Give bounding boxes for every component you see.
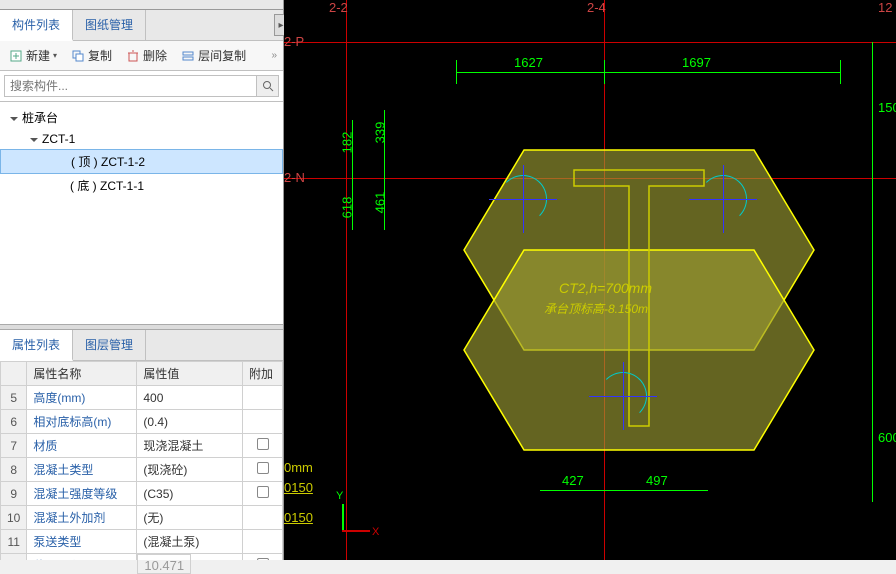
prop-name: 材质 [27,434,137,458]
layer-copy-icon [181,49,195,63]
axis-2-4: 2-4 [587,0,606,15]
search-input[interactable] [4,75,257,97]
dim-182: 182 [339,132,354,154]
axis-right-top: 12 [878,0,892,15]
table-row[interactable]: 12截面面积(m²)10.471 [1,554,283,561]
tab-prop-list[interactable]: 属性列表 [0,330,73,361]
overflow-icon[interactable]: » [271,50,277,61]
prop-attach[interactable] [243,386,283,410]
table-row[interactable]: 11泵送类型(混凝土泵) [1,530,283,554]
delete-button[interactable]: 删除 [123,45,170,66]
tree-bot[interactable]: ( 底 ) ZCT-1-1 [0,174,283,197]
edge-150b: 0150 [284,510,313,525]
component-tree: 桩承台 ZCT-1 ( 顶 ) ZCT-1-2 ( 底 ) ZCT-1-1 [0,102,283,324]
prop-name: 高度(mm) [27,386,137,410]
prop-attach[interactable] [243,506,283,530]
dim-1500: 1500 [878,100,896,115]
dim-427: 427 [562,473,584,488]
tab-drawings[interactable]: 图纸管理 [73,10,146,40]
dim-339: 339 [372,122,387,144]
property-tabs: 属性列表 图层管理 [0,330,283,361]
axis-2-n: 2-N [284,170,305,185]
prop-value[interactable]: (无) [137,506,243,530]
col-attach: 附加 [243,362,283,386]
tree-root[interactable]: 桩承台 [0,106,283,129]
tab-layer-mgmt[interactable]: 图层管理 [73,330,146,360]
delete-icon [126,49,140,63]
prop-value[interactable]: (混凝土泵) [137,530,243,554]
prop-attach[interactable] [243,410,283,434]
cad-label-1: CT2,h=700mm [559,280,652,296]
dim-461: 461 [372,192,387,214]
prop-name: 混凝土类型 [27,458,137,482]
row-number: 5 [1,386,27,410]
prop-attach[interactable] [243,554,283,561]
row-number: 8 [1,458,27,482]
prop-value[interactable]: (C35) [137,482,243,506]
prop-name: 混凝土强度等级 [27,482,137,506]
row-number: 9 [1,482,27,506]
col-value: 属性值 [137,362,243,386]
row-number: 7 [1,434,27,458]
edge-150a: 0150 [284,480,313,495]
row-number: 12 [1,554,27,561]
tree-zct1[interactable]: ZCT-1 [0,129,283,149]
axis-2-p: 2-P [284,34,304,49]
prop-name: 混凝土外加剂 [27,506,137,530]
copy-icon [71,49,85,63]
prop-attach[interactable] [243,530,283,554]
dim-1627: 1627 [514,55,543,70]
row-number: 11 [1,530,27,554]
tree-top[interactable]: ( 顶 ) ZCT-1-2 [0,149,283,174]
dim-618: 618 [339,197,354,219]
copy-button[interactable]: 复制 [68,45,115,66]
table-row[interactable]: 8混凝土类型(现浇砼) [1,458,283,482]
cad-label-2: 承台顶标高-8.150m [544,300,648,317]
new-icon [9,49,23,63]
dropdown-icon: ▾ [53,51,57,60]
axis-2-2: 2-2 [329,0,348,15]
row-number: 10 [1,506,27,530]
prop-name: 截面面积(m²) [27,554,137,561]
table-row[interactable]: 9混凝土强度等级(C35) [1,482,283,506]
prop-name: 泵送类型 [27,530,137,554]
component-tabs: 构件列表 图纸管理 [0,10,283,41]
new-button[interactable]: 新建 ▾ [6,45,60,66]
prop-attach[interactable] [243,458,283,482]
prop-value[interactable]: 现浇混凝土 [137,434,243,458]
cad-canvas[interactable]: 2-2 2-4 12 2-P 2-N 1627 1697 1500 6000 1… [284,0,896,560]
prop-name: 相对底标高(m) [27,410,137,434]
tab-components[interactable]: 构件列表 [0,10,73,41]
table-row[interactable]: 6相对底标高(m)(0.4) [1,410,283,434]
property-table: 属性名称 属性值 附加 5高度(mm)4006相对底标高(m)(0.4)7材质现… [0,361,283,560]
table-row[interactable]: 5高度(mm)400 [1,386,283,410]
col-name: 属性名称 [27,362,137,386]
row-number: 6 [1,410,27,434]
search-icon [262,80,274,92]
prop-value[interactable]: 10.471 [137,554,191,560]
edge-0mm: 0mm [284,460,313,475]
prop-attach[interactable] [243,434,283,458]
prop-value[interactable]: 400 [137,386,243,410]
dim-1697: 1697 [682,55,711,70]
prop-value[interactable]: (现浇砼) [137,458,243,482]
table-row[interactable]: 7材质现浇混凝土 [1,434,283,458]
prop-attach[interactable] [243,482,283,506]
layer-copy-button[interactable]: 层间复制 [178,45,249,66]
dim-497: 497 [646,473,668,488]
search-button[interactable] [257,75,279,97]
table-row[interactable]: 10混凝土外加剂(无) [1,506,283,530]
dim-6000: 6000 [878,430,896,445]
component-toolbar: 新建 ▾ 复制 删除 层间复制 » [0,41,283,71]
prop-value[interactable]: (0.4) [137,410,243,434]
